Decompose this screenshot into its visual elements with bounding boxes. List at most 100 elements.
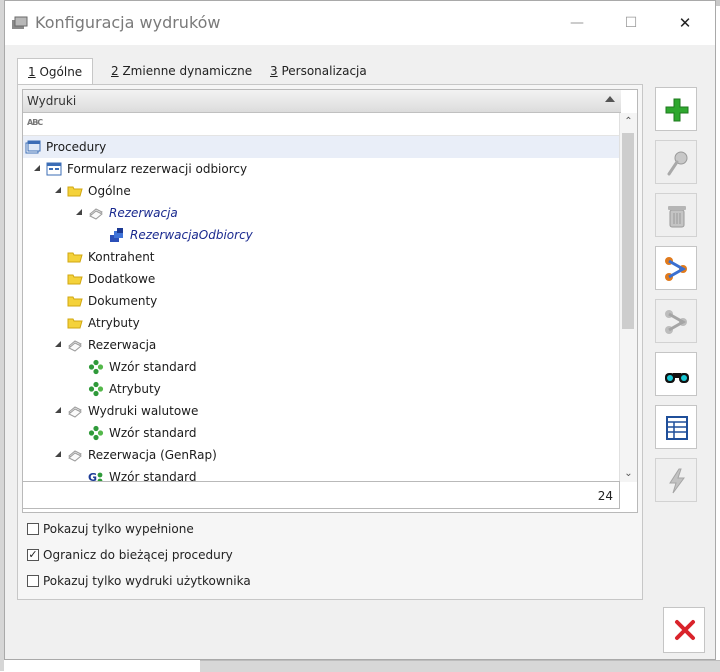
expand-collapse-icon[interactable] [55,451,61,457]
tree-row-label: Wzór standard [109,470,197,482]
tree-row[interactable]: G Wzór standard [23,466,621,482]
add-button[interactable] [655,87,697,131]
title-bar[interactable]: Konfiguracja wydruków — ☐ ✕ [5,1,715,45]
lightning-icon [669,468,685,494]
tree-row[interactable]: Wydruki walutowe [23,400,621,422]
tree-row[interactable]: Procedury [23,136,621,158]
tree-row[interactable]: Formularz rezerwacji odbiorcy [23,158,621,180]
tree-row-label: Wydruki walutowe [88,404,199,418]
green-template-icon [88,425,104,441]
scroll-down-arrow-icon[interactable]: ⌄ [620,465,637,482]
print-config-dialog: Konfiguracja wydruków — ☐ ✕ 1 Ogólne 2 Z… [4,0,716,660]
tree-row[interactable]: Ogólne [23,180,621,202]
tree-row-label: Rezerwacja [88,338,157,352]
close-dialog-button[interactable] [663,607,705,653]
procedures-icon [25,139,41,155]
checkbox-label: Ogranicz do bieżącej procedury [43,548,233,562]
column-header[interactable]: Wydruki [23,90,621,113]
tree-row-label: Atrybuty [109,382,161,396]
delete-icon [668,206,686,228]
folder-icon [67,315,83,331]
app-icon [11,15,29,31]
tree-row-label: Rezerwacja [109,206,178,220]
edit-icon [667,151,688,176]
tree-row-label: Atrybuty [88,316,140,330]
checkbox-label: Pokazuj tylko wydruki użytkownika [43,574,251,588]
tree-row[interactable]: Rezerwacja [23,202,621,224]
edit-button[interactable] [655,140,697,184]
record-count: 24 [597,489,613,503]
folder-icon [67,271,83,287]
tree-row[interactable]: Dokumenty [23,290,621,312]
tree-row-label: Ogólne [88,184,131,198]
background-bottom [200,660,720,672]
table-icon [666,416,688,440]
sort-ascending-icon [605,96,615,102]
close-red-x-icon [675,620,695,640]
expand-collapse-icon[interactable] [55,341,61,347]
tree-row-label: Dokumenty [88,294,158,308]
filter-row[interactable]: ABC [23,113,621,136]
tree-row[interactable]: Rezerwacja (GenRap) [23,444,621,466]
checkbox-unchecked[interactable] [27,523,39,535]
tree-row[interactable]: Atrybuty [23,378,621,400]
tree-row-label: Formularz rezerwacji odbiorcy [67,162,248,176]
tab-personalization[interactable]: 3 Personalizacja [260,58,377,84]
tree-row-label: Wzór standard [109,426,197,440]
blue-report-icon [109,227,125,243]
vertical-scrollbar[interactable]: ⌃ ⌄ [619,113,637,482]
folder-icon [67,249,83,265]
tree-row[interactable]: Atrybuty [23,312,621,334]
maximize-button[interactable]: ☐ [611,9,651,37]
tree-row-label: RezerwacjaOdbiorcy [130,228,253,242]
link-icon [665,257,687,281]
delete-button[interactable] [655,193,697,237]
tree-row[interactable]: Wzór standard [23,356,621,378]
record-count-box: 24 [22,481,620,509]
tree-row[interactable]: Dodatkowe [23,268,621,290]
abc-filter-icon: ABC [27,118,43,127]
tree-row-label: Kontrahent [88,250,155,264]
scroll-thumb[interactable] [622,133,634,329]
add-icon [665,98,689,122]
checkbox-unchecked[interactable] [27,575,39,587]
expand-collapse-icon[interactable] [76,209,82,215]
close-window-button[interactable]: ✕ [665,9,705,37]
document-icon [67,447,83,463]
binoculars-button[interactable] [655,352,697,396]
document-icon [67,337,83,353]
folder-icon [67,183,83,199]
binoculars-icon [665,373,689,383]
link-button[interactable] [655,246,697,290]
expand-collapse-icon[interactable] [34,165,40,171]
table-button[interactable] [655,405,697,449]
expand-collapse-icon[interactable] [55,187,61,193]
tree-row[interactable]: RezerwacjaOdbiorcy [23,224,621,246]
lightning-button[interactable] [655,458,697,502]
document-icon [88,205,104,221]
tree-row-label: Wzór standard [109,360,197,374]
form-icon [46,161,62,177]
minimize-button[interactable]: — [557,9,597,37]
tab-general[interactable]: 1 Ogólne [17,58,94,86]
green-template-icon [88,359,104,375]
window-title: Konfiguracja wydruków [35,13,221,32]
tree-row-label: Dodatkowe [88,272,156,286]
document-icon [67,403,83,419]
tree-row[interactable]: Kontrahent [23,246,621,268]
copy-link-button[interactable] [655,299,697,343]
expand-collapse-icon[interactable] [55,407,61,413]
green-template-icon [88,381,104,397]
checkbox-label: Pokazuj tylko wypełnione [43,522,194,536]
tree-row[interactable]: Wzór standard [23,422,621,444]
tree-rows: Procedury Formularz rezerwacji odbiorcy Og… [23,136,621,482]
tab-dynamic-variables[interactable]: 2 Zmienne dynamiczne [101,58,262,84]
tree-row-label: Procedury [46,140,107,154]
checkbox-checked[interactable]: ✓ [27,549,39,561]
tree-row-label: Rezerwacja (GenRap) [88,448,217,462]
folder-icon [67,293,83,309]
scroll-up-arrow-icon[interactable]: ⌃ [620,113,637,130]
copy-link-icon [665,310,687,334]
tree-row[interactable]: Rezerwacja [23,334,621,356]
prints-tree-grid[interactable]: Wydruki ABC Procedury Formularz rezerwacj… [22,89,638,513]
